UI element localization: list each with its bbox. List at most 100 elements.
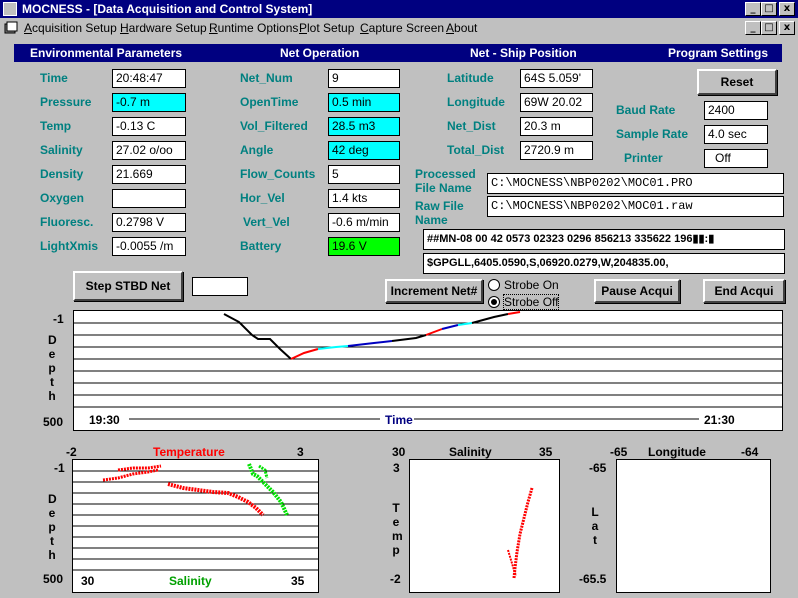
- depth-time-chart: [74, 311, 782, 420]
- processed-file-label-1: Processed: [415, 167, 476, 181]
- time-label: Time: [40, 71, 68, 85]
- sample-rate-label: Sample Rate: [616, 127, 689, 141]
- net-dist-value: 20.3 m: [520, 117, 593, 136]
- total-dist-label: Total_Dist: [447, 143, 505, 157]
- salinity-temp-plot: [409, 459, 560, 593]
- st-plot-top-right: 35: [539, 445, 553, 459]
- vert-vel-value: -0.6 m/min: [328, 213, 400, 232]
- reset-button[interactable]: Reset: [697, 69, 777, 95]
- hor-vel-label: Hor_Vel: [240, 191, 285, 205]
- salinity-value: 27.02 o/oo: [112, 141, 186, 160]
- ts-plot-y-top: -1: [54, 461, 65, 475]
- angle-value: 42 deg: [328, 141, 400, 160]
- baud-rate-value[interactable]: 2400: [704, 101, 768, 120]
- printer-value[interactable]: Off: [704, 149, 768, 168]
- st-plot-y-bottom: -2: [390, 572, 401, 586]
- menu-capture-screen[interactable]: Capture Screen: [360, 18, 444, 38]
- vol-filtered-label: Vol_Filtered: [240, 119, 308, 133]
- app-icon: [3, 2, 17, 16]
- depth-plot-x-right: 21:30: [704, 413, 735, 427]
- st-plot-y-label: Temp: [392, 501, 403, 557]
- strobe-off-radio[interactable]: [488, 296, 500, 308]
- ts-plot-bottom-right: 35: [291, 574, 305, 588]
- depth-plot-x-left: 19:30: [89, 413, 120, 427]
- longitude-value: 69W 20.02: [520, 93, 593, 112]
- battery-label: Battery: [240, 239, 282, 253]
- ll-plot-y-label: Lat: [591, 505, 599, 547]
- density-value: 21.669: [112, 165, 186, 184]
- ts-plot-bottom-title: Salinity: [169, 574, 212, 588]
- temp-value: -0.13 C: [112, 117, 186, 136]
- hor-vel-value: 1.4 kts: [328, 189, 400, 208]
- menu-hardware-setup[interactable]: Hardware Setup: [120, 18, 207, 38]
- density-label: Density: [40, 167, 84, 181]
- lat-lon-plot: [616, 459, 771, 593]
- lightxmis-value: -0.0055 /m: [112, 237, 186, 256]
- ll-plot-top-left: -65: [610, 445, 628, 459]
- step-count-field[interactable]: [192, 277, 248, 296]
- battery-value: 19.6 V: [328, 237, 400, 256]
- strobe-on-label: Strobe On: [504, 278, 559, 292]
- strobe-radio-group: Strobe On Strobe Off: [486, 277, 570, 311]
- time-value: 20:48:47: [112, 69, 186, 88]
- raw-file-value: C:\MOCNESS\NBP0202\MOC01.raw: [487, 196, 784, 217]
- maximize-button[interactable]: □: [761, 2, 777, 16]
- step-stbd-net-button[interactable]: Step STBD Net: [73, 271, 183, 301]
- depth-plot-y-bottom: 500: [43, 415, 64, 429]
- mdi-close-button[interactable]: x: [779, 21, 795, 35]
- increment-net-button[interactable]: Increment Net#: [385, 279, 483, 303]
- opentime-value: 0.5 min: [328, 93, 400, 112]
- section-prog-title: Program Settings: [668, 46, 769, 60]
- depth-time-plot: 19:30 Time 21:30: [73, 310, 783, 431]
- gps-stream-value: $GPGLL,6405.0590,S,06920.0279,W,204835.0…: [423, 253, 785, 274]
- depth-plot-y-label: Depth: [48, 333, 57, 403]
- net-num-value: 9: [328, 69, 400, 88]
- printer-label: Printer: [624, 151, 663, 165]
- menu-about[interactable]: About: [446, 18, 477, 38]
- sample-rate-value[interactable]: 4.0 sec: [704, 125, 768, 144]
- ll-plot-top-right: -64: [741, 445, 759, 459]
- baud-rate-label: Baud Rate: [616, 103, 676, 117]
- flow-counts-label: Flow_Counts: [240, 167, 316, 181]
- flow-counts-value: 5: [328, 165, 400, 184]
- vol-filtered-value: 28.5 m3: [328, 117, 400, 136]
- mdi-maximize-button[interactable]: □: [761, 21, 777, 35]
- pause-acqui-button[interactable]: Pause Acqui: [594, 279, 680, 303]
- ts-plot-bottom-left: 30: [81, 574, 95, 588]
- ts-plot-top-right: 3: [297, 445, 304, 459]
- st-plot-top-left: 30: [392, 445, 406, 459]
- radio-dot-icon: [491, 299, 497, 305]
- menu-plot-setup[interactable]: Plot Setup: [299, 18, 354, 38]
- end-acqui-button[interactable]: End Acqui: [703, 279, 785, 303]
- doc-icon[interactable]: [4, 21, 18, 35]
- section-pos-title: Net - Ship Position: [470, 46, 577, 60]
- net-num-label: Net_Num: [240, 71, 293, 85]
- temp-label: Temp: [40, 119, 72, 133]
- mn-stream-value: ##MN-08 00 42 0573 02323 0296 856213 335…: [423, 229, 785, 250]
- st-plot-y-top: 3: [393, 461, 400, 475]
- section-net-title: Net Operation: [280, 46, 360, 60]
- mdi-minimize-button[interactable]: _: [745, 21, 761, 35]
- st-plot-top-title: Salinity: [449, 445, 492, 459]
- menu-runtime-options[interactable]: Runtime Options: [209, 18, 298, 38]
- ll-plot-top-title: Longitude: [648, 445, 706, 459]
- ll-plot-y-bottom: -65.5: [579, 572, 607, 586]
- section-header-bar: Environmental Parameters Net Operation N…: [14, 44, 782, 62]
- strobe-off-label: Strobe Off: [502, 294, 560, 310]
- title-bar: MOCNESS - [Data Acquisition and Control …: [0, 0, 798, 18]
- pressure-label: Pressure: [40, 95, 92, 109]
- latitude-value: 64S 5.059': [520, 69, 593, 88]
- ts-plot-y-bottom: 500: [43, 572, 64, 586]
- opentime-label: OpenTime: [240, 95, 299, 109]
- close-button[interactable]: x: [779, 2, 795, 16]
- strobe-on-radio[interactable]: [488, 279, 500, 291]
- temp-salinity-chart: [73, 463, 318, 571]
- net-dist-label: Net_Dist: [447, 119, 496, 133]
- angle-label: Angle: [240, 143, 274, 157]
- minimize-button[interactable]: _: [745, 2, 761, 16]
- total-dist-value: 2720.9 m: [520, 141, 593, 160]
- latitude-label: Latitude: [447, 71, 494, 85]
- fluoresc-label: Fluoresc.: [40, 215, 94, 229]
- processed-file-label-2: File Name: [415, 181, 472, 195]
- menu-acquisition-setup[interactable]: Acquisition Setup: [24, 18, 117, 38]
